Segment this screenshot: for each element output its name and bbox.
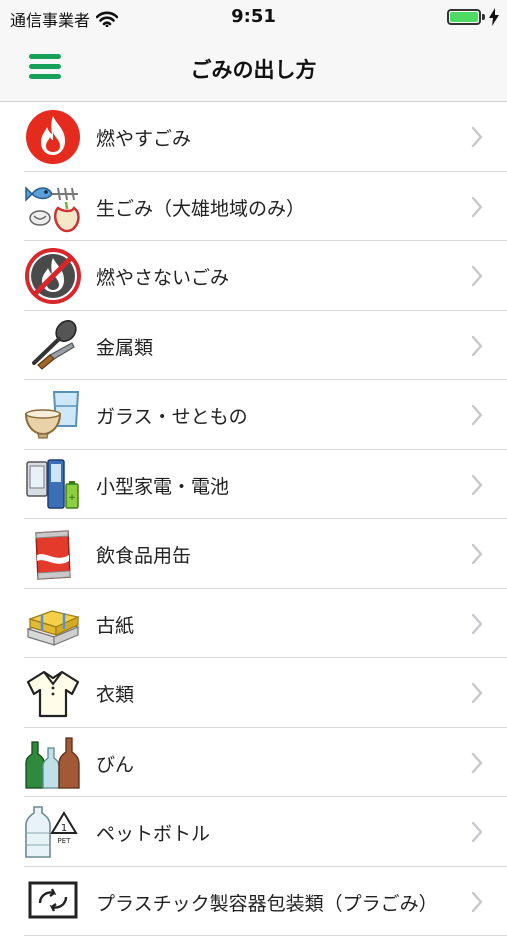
chevron-right-icon [471,474,483,496]
item-label: 衣類 [96,680,134,707]
item-label: 生ごみ（大雄地域のみ） [96,194,305,221]
chevron-right-icon [471,543,483,565]
bottles-icon [24,734,82,792]
list-item[interactable]: 1 PET ペットボトル [0,797,507,867]
no-burn-icon [24,247,82,305]
svg-text:+: + [68,493,76,503]
battery-icon [447,9,481,25]
item-label: 飲食品用缶 [96,541,191,568]
svg-text:PET: PET [58,837,72,845]
item-label: びん [96,750,134,777]
food-waste-icon [24,178,82,236]
list-item[interactable]: 金属類 [0,311,507,381]
item-label: 古紙 [96,611,134,638]
chevron-right-icon [471,196,483,218]
list-item[interactable]: ガラス・せともの [0,380,507,450]
can-icon [24,525,82,583]
small-appliance-battery-icon: + [24,456,82,514]
list-item[interactable]: 飲食品用缶 [0,519,507,589]
metal-utensils-icon [24,317,82,375]
navigation-bar: ごみの出し方 [0,34,507,102]
item-label: ペットボトル [96,819,210,846]
chevron-right-icon [471,265,483,287]
chevron-right-icon [471,126,483,148]
list-item[interactable]: 生ごみ（大雄地域のみ） [0,172,507,242]
paper-bundle-icon [24,595,82,653]
item-label: 燃やさないごみ [96,263,229,290]
chevron-right-icon [471,682,483,704]
chevron-right-icon [471,404,483,426]
garbage-category-list: 燃やすごみ 生ごみ（大雄地域のみ） [0,102,507,936]
chevron-right-icon [471,613,483,635]
list-item[interactable]: びん [0,728,507,798]
list-item[interactable]: プラスチック製容器包装類（プラごみ） [0,867,507,936]
list-item[interactable]: 衣類 [0,658,507,728]
item-label: 金属類 [96,333,153,360]
chevron-right-icon [471,335,483,357]
list-item[interactable]: 燃やさないごみ [0,241,507,311]
chevron-right-icon [471,891,483,913]
charging-bolt-icon [489,8,499,26]
item-label: 小型家電・電池 [96,472,229,499]
svg-text:1: 1 [61,823,67,834]
item-label: ガラス・せともの [96,402,248,429]
chevron-right-icon [471,752,483,774]
item-label: プラスチック製容器包装類（プラごみ） [96,889,438,916]
list-item[interactable]: 燃やすごみ [0,102,507,172]
battery-tip [482,14,485,20]
item-label: 燃やすごみ [96,124,191,151]
chevron-right-icon [471,821,483,843]
pet-bottle-icon: 1 PET [24,803,82,861]
page-title: ごみの出し方 [0,54,507,84]
list-item[interactable]: + 小型家電・電池 [0,450,507,520]
status-bar: 通信事業者 9:51 [0,0,507,34]
clock: 9:51 [0,6,507,27]
flame-icon [24,108,82,166]
plastic-container-icon [24,873,82,931]
list-item[interactable]: 古紙 [0,589,507,659]
glass-ceramics-icon [24,386,82,444]
shirt-icon [24,664,82,722]
